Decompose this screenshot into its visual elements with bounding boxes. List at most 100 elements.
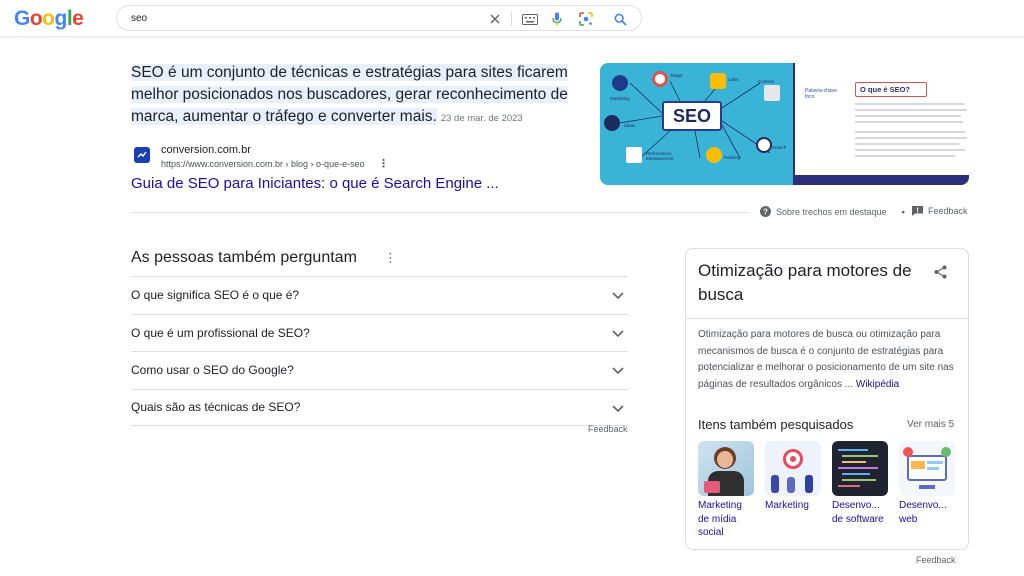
question-text: O que é um profissional de SEO? (131, 325, 310, 340)
keyboard-icon[interactable] (520, 10, 540, 28)
keyword-label: Palavra-chave foco (805, 88, 837, 100)
snippet-date: 23 de mar. de 2023 (440, 113, 523, 124)
search-box[interactable] (116, 5, 642, 31)
snippet-feedback-button[interactable]: Feedback (912, 206, 968, 216)
text-line (855, 137, 967, 139)
svg-text:?: ? (763, 208, 768, 217)
label-content: Content (758, 79, 774, 84)
related-item-image (765, 441, 821, 496)
question-text: Quais são as técnicas de SEO? (131, 400, 301, 415)
label-performance: Performance Measurement (646, 151, 674, 161)
text-line (855, 155, 955, 157)
seo-infographic: SEO Target Links Content Marketing Ideas… (600, 63, 793, 185)
kp-description: Otimização para motores de busca ou otim… (698, 329, 954, 390)
label-target: Target (670, 73, 683, 78)
explainer-heading: O que é SEO? (855, 82, 927, 97)
chevron-down-icon (612, 364, 624, 378)
paa-question[interactable]: O que significa SEO é o que é? (131, 276, 628, 314)
header: Google (0, 0, 1024, 37)
label-links: Links (728, 77, 739, 82)
snippet-image[interactable]: SEO Target Links Content Marketing Ideas… (600, 63, 969, 185)
about-label: Sobre trechos em destaque (776, 206, 887, 217)
lens-icon[interactable] (578, 10, 594, 28)
ideas-icon (604, 115, 620, 131)
microphone-icon[interactable] (549, 10, 565, 28)
related-item-label: Desenvo... de software (832, 500, 884, 525)
google-logo[interactable]: Google (14, 7, 84, 31)
logo-letter: o (42, 7, 55, 30)
magnifier-icon (756, 137, 772, 153)
kp-feedback-link[interactable]: Feedback (916, 555, 956, 565)
related-item[interactable]: Desenvo... de software (832, 441, 888, 540)
knowledge-panel: Otimização para motores de busca Otimiza… (685, 248, 969, 550)
text-line (855, 109, 967, 111)
logo-letter: o (29, 7, 43, 30)
paa-question[interactable]: O que é um profissional de SEO? (131, 313, 628, 352)
chart-icon (626, 147, 642, 163)
label-marketing: Marketing (610, 96, 630, 101)
divider (686, 318, 968, 319)
logo-letter: e (72, 7, 84, 30)
text-line (855, 131, 965, 133)
source-url: https://www.conversion.com.br › blog › o… (161, 159, 365, 169)
chevron-down-icon (612, 327, 624, 341)
result-source[interactable]: conversion.com.br https://www.conversion… (131, 144, 571, 174)
text-line (855, 121, 963, 123)
question-text: O que significa SEO é o que é? (131, 288, 300, 303)
links-icon (710, 73, 726, 89)
paa-question[interactable]: Quais são as técnicas de SEO? (131, 388, 628, 426)
favicon-icon (134, 147, 150, 163)
snippet-text-block: SEO é um conjunto de técnicas e estratég… (131, 62, 571, 130)
chevron-down-icon (612, 289, 624, 303)
related-item-label: Marketing (765, 500, 809, 511)
star-icon (706, 147, 722, 163)
chevron-down-icon (612, 402, 624, 416)
share-icon[interactable] (934, 265, 947, 284)
seo-explainer: Palavra-chave foco O que é SEO? (793, 63, 969, 185)
related-item-image (899, 441, 955, 496)
search-icon[interactable] (612, 10, 628, 28)
text-line (855, 103, 965, 105)
search-input[interactable] (131, 10, 461, 27)
target-icon (652, 71, 668, 87)
megaphone-icon (612, 75, 628, 91)
label-ranking: Ranking (724, 155, 741, 160)
related-item-image (832, 441, 888, 496)
source-name: conversion.com.br (161, 144, 251, 156)
paa-more-options-icon[interactable]: ⋮ (384, 250, 397, 266)
kp-description-block: Otimização para motores de busca ou otim… (698, 327, 960, 393)
divider (511, 12, 512, 26)
label-ideas: Ideas (624, 123, 636, 128)
related-item[interactable]: Marketing de mídia social (698, 441, 754, 540)
paa-feedback-link[interactable]: Feedback (588, 424, 628, 434)
text-line (855, 149, 965, 151)
paa-title: As pessoas também perguntam (131, 249, 357, 266)
featured-snippet: SEO é um conjunto de técnicas e estratég… (131, 62, 571, 130)
about-featured-snippets[interactable]: ? Sobre trechos em destaque • (760, 206, 905, 217)
paa-question[interactable]: Como usar o SEO do Google? (131, 351, 628, 389)
more-options-icon[interactable]: ⋮ (378, 157, 389, 170)
related-item[interactable]: Desenvo... web (899, 441, 955, 540)
help-icon: ? (760, 206, 771, 217)
result-title-link[interactable]: Guia de SEO para Iniciantes: o que é Sea… (131, 175, 499, 192)
see-more-link[interactable]: Ver mais 5 (907, 419, 954, 430)
label-search: Search (772, 145, 787, 150)
question-text: Como usar o SEO do Google? (131, 363, 294, 378)
text-line (855, 115, 961, 117)
logo-letter: G (14, 7, 30, 30)
related-item-label: Desenvo... web (899, 500, 947, 525)
also-searched-list: Marketing de mídia social Marketing Dese… (698, 441, 960, 540)
related-item[interactable]: Marketing (765, 441, 821, 540)
content-icon (764, 85, 780, 101)
feedback-icon (912, 206, 923, 216)
close-icon[interactable] (487, 10, 503, 28)
seo-label: SEO (662, 101, 722, 131)
divider (131, 212, 749, 213)
also-searched-title: Itens também pesquisados (698, 417, 854, 432)
feedback-label: Feedback (928, 206, 968, 216)
wikipedia-link[interactable]: Wikipédia (856, 379, 899, 390)
related-item-label: Marketing de mídia social (698, 500, 742, 538)
image-footer-bar (795, 175, 969, 185)
paa-list: O que significa SEO é o que é? O que é u… (131, 276, 628, 426)
kp-title: Otimização para motores de busca (698, 261, 912, 304)
